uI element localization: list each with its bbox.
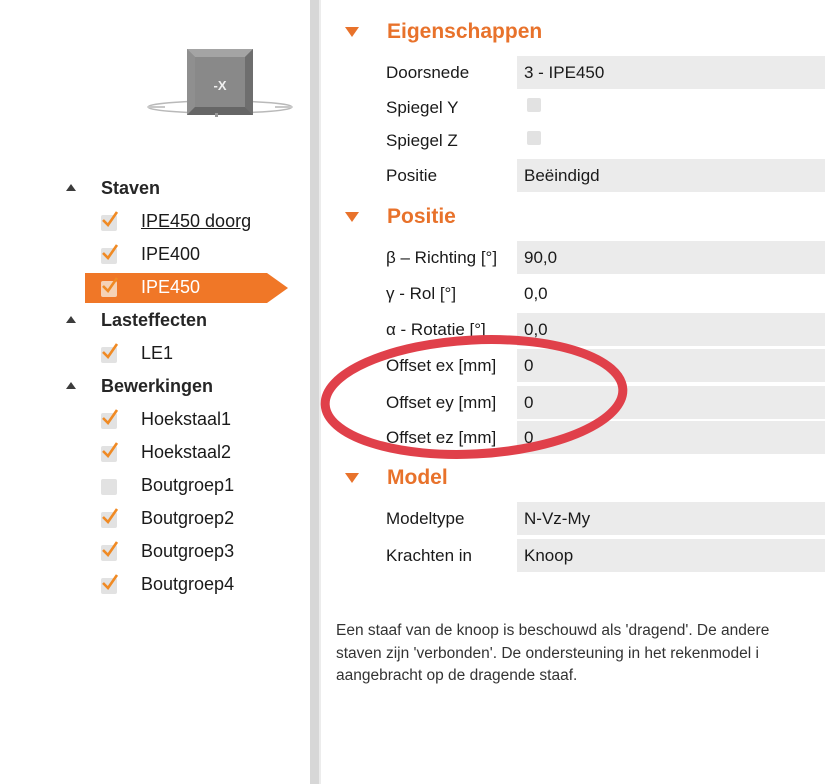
annotation-ring bbox=[320, 335, 628, 459]
